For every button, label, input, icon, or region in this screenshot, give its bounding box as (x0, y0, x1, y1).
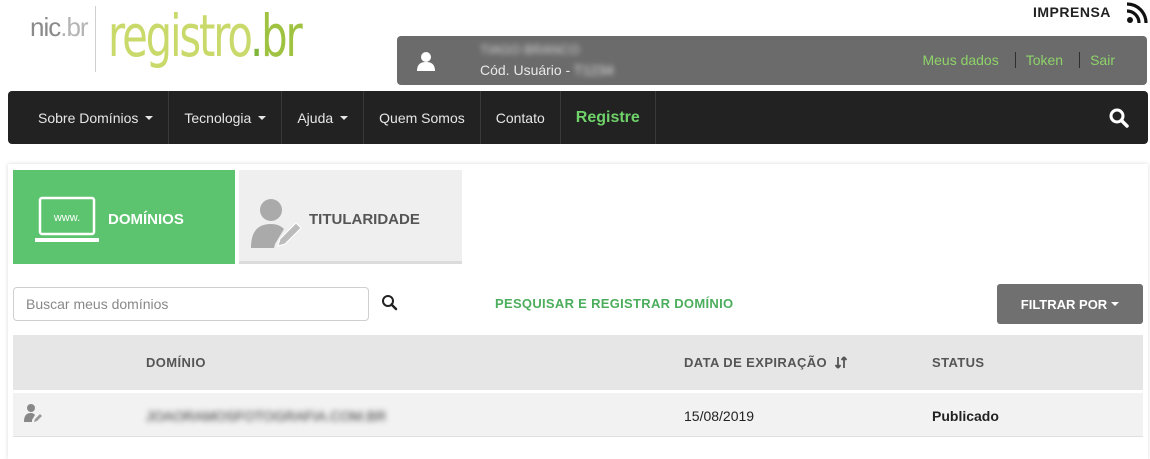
nic-logo-tld: .br (60, 12, 88, 42)
table-header: DOMÍNIO DATA DE EXPIRAÇÃO STATUS (13, 335, 1143, 390)
nic-logo-text: nic (30, 12, 61, 42)
nav-item-label: Tecnologia (184, 109, 252, 126)
user-icon (417, 52, 435, 71)
link-divider (1079, 52, 1081, 68)
tab-ownership-label: TITULARIDADE (309, 211, 420, 228)
registro-logo[interactable]: registro.br (108, 2, 303, 70)
status-badge: Publicado (932, 408, 999, 424)
nav-item-label: Contato (495, 109, 545, 126)
nav-register[interactable]: Registre (561, 91, 656, 144)
logo-divider (95, 6, 96, 72)
domains-panel: www. DOMÍNIOS TITULARIDADE PESQUISAR E R… (8, 164, 1148, 459)
expiration-date: 15/08/2019 (684, 408, 755, 424)
filter-button[interactable]: FILTRAR POR (997, 284, 1143, 324)
person-edit-icon[interactable] (23, 403, 43, 423)
nav-item-label: Registre (575, 108, 640, 126)
column-expiration-label: DATA DE EXPIRAÇÃO (684, 355, 828, 370)
user-code: Cód. Usuário - T1234 (480, 62, 614, 78)
rss-icon[interactable] (1126, 2, 1148, 24)
caret-down-icon (258, 115, 267, 120)
domain-name[interactable]: JOAORAMOSFOTOGRAFIA.COM.BR (146, 408, 386, 424)
my-data-link[interactable]: Meus dados (922, 52, 998, 68)
nav-about-domains[interactable]: Sobre Domínios (8, 91, 170, 144)
caret-down-icon (145, 115, 154, 120)
caret-down-icon (340, 115, 349, 120)
nav-contact[interactable]: Contato (481, 91, 561, 144)
laptop-www-text: www. (53, 212, 80, 224)
nav-help[interactable]: Ajuda (282, 91, 365, 144)
laptop-www-icon: www. (35, 196, 99, 242)
search-icon[interactable] (381, 294, 399, 312)
column-domain: DOMÍNIO (146, 355, 206, 370)
token-link[interactable]: Token (1026, 52, 1063, 68)
filter-button-label: FILTRAR POR (1020, 296, 1108, 312)
nav-about-us[interactable]: Quem Somos (364, 91, 481, 144)
caret-down-icon (1111, 302, 1120, 306)
user-code-value: T1234 (573, 62, 614, 78)
sort-icon[interactable] (834, 356, 848, 369)
search-icon[interactable] (1108, 107, 1130, 129)
logout-link[interactable]: Sair (1090, 52, 1115, 68)
column-expiration[interactable]: DATA DE EXPIRAÇÃO (684, 355, 848, 370)
site-header: nic.br registro.br IMPRENSA TIAGO BRANCO… (0, 0, 1150, 90)
press-link[interactable]: IMPRENSA (1033, 4, 1111, 20)
nav-item-label: Sobre Domínios (38, 109, 139, 126)
tab-domains-label: DOMÍNIOS (108, 211, 184, 228)
person-edit-icon (251, 199, 302, 248)
link-divider (1014, 52, 1016, 68)
user-bar: TIAGO BRANCO Cód. Usuário - T1234 Meus d… (397, 36, 1147, 85)
column-status: STATUS (932, 355, 985, 370)
user-name: TIAGO BRANCO (480, 42, 580, 57)
registro-logo-text: registro (108, 2, 252, 70)
nav-item-label: Ajuda (297, 109, 334, 126)
search-register-domain-link[interactable]: PESQUISAR E REGISTRAR DOMÍNIO (495, 296, 733, 311)
registro-logo-tld: br (261, 2, 303, 70)
nav-item-label: Quem Somos (379, 109, 465, 126)
nav-technology[interactable]: Tecnologia (169, 91, 283, 144)
registro-logo-dot: . (249, 2, 263, 70)
domain-search-input[interactable] (13, 287, 369, 321)
nic-logo[interactable]: nic.br (30, 12, 89, 43)
main-navbar: Sobre Domínios Tecnologia Ajuda Quem Som… (8, 91, 1148, 144)
user-code-label: Cód. Usuário - (480, 62, 574, 78)
tab-domains[interactable]: www. DOMÍNIOS (13, 170, 235, 264)
user-links: Meus dados Token Sair (922, 52, 1115, 68)
tab-ownership[interactable]: TITULARIDADE (239, 170, 462, 264)
table-row[interactable]: JOAORAMOSFOTOGRAFIA.COM.BR 15/08/2019 Pu… (13, 393, 1143, 437)
